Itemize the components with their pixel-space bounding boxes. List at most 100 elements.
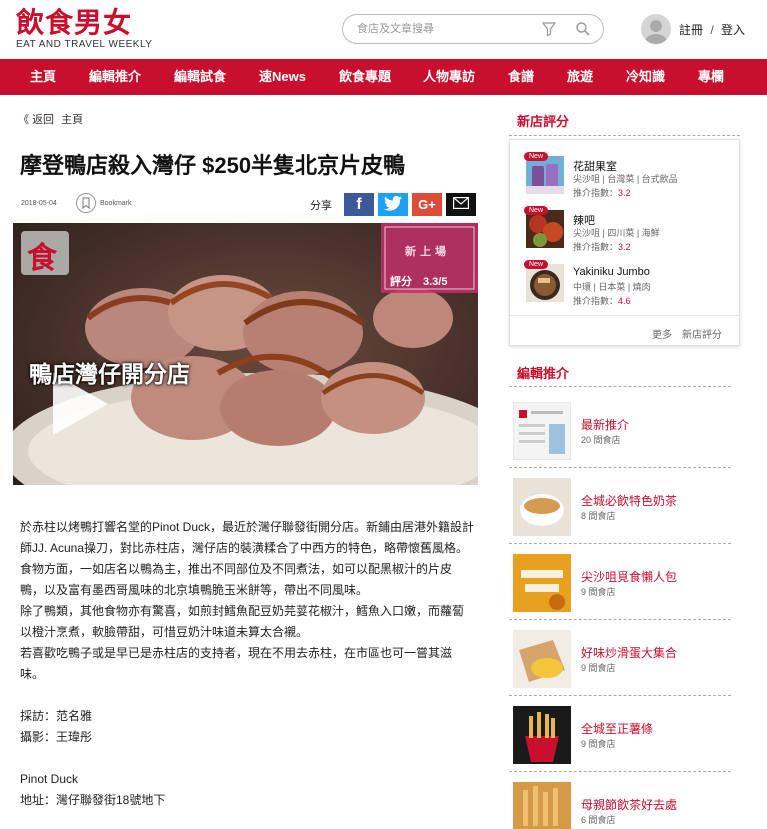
back-chevron-icon[interactable]: 《	[18, 114, 29, 126]
nav-editor-picks[interactable]: 編輯推介	[89, 59, 141, 95]
editor-pick-name: 全城必飲特色奶茶	[581, 494, 678, 508]
nav-travel[interactable]: 旅遊	[567, 59, 593, 95]
article-spacer	[20, 748, 475, 769]
nav-recipes[interactable]: 食譜	[508, 59, 534, 95]
duck-photo	[13, 223, 478, 485]
search-box	[342, 14, 604, 44]
new-badge: New	[524, 206, 549, 215]
editor-pick-thumbnail	[513, 554, 571, 612]
editor-pick-item[interactable]: 母親節飲茶好去處 6 間食店	[513, 782, 731, 829]
breadcrumb-home[interactable]: 主頁	[61, 114, 83, 126]
restaurant-card[interactable]: New 花甜果室 尖沙咀 | 台灣菜 | 台式飲品 推介指數：3.2	[524, 152, 736, 200]
article-spacer	[20, 685, 475, 706]
divider	[509, 619, 731, 620]
editor-pick-item[interactable]: 全城必飲特色奶茶 8 間食店	[513, 478, 731, 538]
article-credit-interview: 採訪：范名雅	[20, 709, 93, 723]
editor-pick-thumbnail	[513, 630, 571, 688]
user-avatar-icon[interactable]	[641, 14, 671, 44]
bookmark-label: Bookmark	[100, 200, 132, 207]
google-plus-share-button[interactable]: G+	[412, 193, 442, 216]
email-share-button[interactable]	[446, 193, 476, 216]
article-title: 摩登鴨店殺入灣仔 $250半隻北京片皮鴨	[20, 153, 406, 178]
editor-pick-thumbnail	[513, 402, 571, 460]
bookmark-icon	[76, 193, 96, 213]
restaurant-meta: 尖沙咀 | 台灣菜 | 台式飲品	[573, 174, 678, 184]
restaurant-score: 推介指數：3.2	[573, 242, 631, 252]
restaurant-address: 地址：灣仔聯發街18號地下	[20, 793, 166, 807]
new-restaurants-panel: New 花甜果室 尖沙咀 | 台灣菜 | 台式飲品 推介指數：3.2 New 辣…	[509, 139, 740, 346]
nav-food-features[interactable]: 飲食專題	[339, 59, 391, 95]
divider	[509, 695, 731, 696]
restaurant-card[interactable]: New 辣吧 尖沙咀 | 四川菜 | 海鮮 推介指數：3.2	[524, 206, 736, 254]
editor-pick-count: 9 間食店	[581, 739, 616, 749]
twitter-share-button[interactable]	[378, 193, 408, 216]
editor-pick-item[interactable]: 尖沙咀覓食懶人包 9 間食店	[513, 554, 731, 614]
article-video[interactable]: 食 新上場 評分 3.3/5 鴨店灣仔開分店	[13, 223, 478, 485]
restaurant-score: 推介指數：4.6	[573, 296, 631, 306]
more-new-restaurants-link[interactable]: 更多 新店評分	[652, 326, 722, 341]
nav-news[interactable]: 速News	[259, 59, 306, 95]
editor-pick-thumbnail	[513, 782, 571, 829]
twitter-icon	[384, 195, 402, 214]
editor-pick-name: 好味炒滑蛋大集合	[581, 646, 678, 660]
editor-pick-item[interactable]: 最新推介 20 間食店	[513, 402, 731, 462]
divider	[510, 315, 739, 316]
editor-pick-count: 20 間食店	[581, 435, 621, 445]
video-badge-label: 新上場	[405, 246, 450, 258]
editor-pick-item[interactable]: 好味炒滑蛋大集合 9 間食店	[513, 630, 731, 690]
article-paragraph: 食物方面，一如店名以鴨為主，推出不同部位及不同煮法，如可以配黑椒汁的片皮鴨，以及…	[20, 562, 453, 597]
breadcrumb: 《 返回 主頁	[18, 111, 83, 127]
editor-pick-name: 母親節飲茶好去處	[581, 798, 678, 812]
divider	[509, 467, 731, 468]
divider	[509, 771, 731, 772]
main-nav: 主頁 編輯推介 編輯試食 速News 飲食專題 人物專訪 食譜 旅遊 冷知識 專…	[0, 59, 767, 95]
editor-pick-name: 最新推介	[581, 418, 630, 432]
envelope-icon	[453, 197, 470, 212]
editor-pick-item[interactable]: 全城至正薯條 9 間食店	[513, 706, 731, 766]
video-badge-score: 評分 3.3/5	[390, 276, 448, 288]
editor-picks-heading: 編輯推介	[517, 366, 570, 381]
editor-pick-count: 8 間食店	[581, 511, 616, 521]
divider	[509, 386, 731, 387]
editor-pick-count: 6 間食店	[581, 815, 616, 825]
share-label: 分享	[310, 200, 332, 212]
google-plus-icon: G+	[418, 197, 436, 212]
breadcrumb-back[interactable]: 返回	[32, 114, 54, 126]
restaurant-name: Pinot Duck	[20, 772, 79, 786]
facebook-share-button[interactable]: f	[344, 193, 374, 216]
search-input[interactable]	[357, 21, 537, 37]
video-logo: 食	[27, 241, 57, 276]
site-logo[interactable]: 飲食男女 EAT AND TRAVEL WEEKLY	[16, 8, 153, 51]
new-badge: New	[524, 152, 549, 161]
editor-pick-name: 全城至正薯條	[581, 722, 654, 736]
restaurant-card[interactable]: New Yakiniku Jumbo 中環 | 日本菜 | 燒肉 推介指數：4.…	[524, 260, 736, 308]
restaurant-thumbnail	[526, 156, 564, 194]
filter-icon[interactable]	[541, 21, 557, 40]
restaurant-meta: 尖沙咀 | 四川菜 | 海鮮	[573, 228, 660, 238]
nav-trivia[interactable]: 冷知識	[626, 59, 665, 95]
nav-columns[interactable]: 專欄	[698, 59, 724, 95]
article-body: 於赤柱以烤鴨打響名堂的Pinot Duck，最近於灣仔聯發街開分店。新鋪由居港外…	[20, 517, 475, 811]
login-link[interactable]: 登入	[721, 23, 745, 37]
divider	[509, 135, 740, 136]
play-icon[interactable]	[43, 373, 113, 443]
restaurant-meta: 中環 | 日本菜 | 燒肉	[573, 282, 651, 292]
article-paragraph: 於赤柱以烤鴨打響名堂的Pinot Duck，最近於灣仔聯發街開分店。新鋪由居港外…	[20, 520, 475, 555]
editor-pick-thumbnail	[513, 478, 571, 536]
restaurant-thumbnail	[526, 210, 564, 248]
auth-links: 註冊 / 登入	[679, 21, 745, 38]
editor-pick-count: 9 間食店	[581, 587, 616, 597]
nav-interviews[interactable]: 人物專訪	[423, 59, 475, 95]
register-link[interactable]: 註冊	[679, 23, 703, 37]
restaurant-thumbnail	[526, 264, 564, 302]
article-paragraph: 除了鴨類，其他食物亦有驚喜，如煎封鱈魚配豆奶芫荽花椒汁，鱈魚入口嫩，而蘿蔔以橙汁…	[20, 604, 465, 639]
search-icon[interactable]	[575, 21, 591, 40]
nav-home[interactable]: 主頁	[30, 59, 56, 95]
restaurant-score: 推介指數：3.2	[573, 188, 631, 198]
article-date: 2018-05-04	[21, 200, 57, 207]
article-paragraph: 若喜歡吃鴨子或是早已是赤柱店的支持者，現在不用去赤柱，在市區也可一嘗其滋味。	[20, 646, 453, 681]
editor-pick-thumbnail	[513, 706, 571, 764]
nav-editor-tasting[interactable]: 編輯試食	[174, 59, 226, 95]
divider	[509, 543, 731, 544]
logo-english: EAT AND TRAVEL WEEKLY	[16, 39, 153, 50]
